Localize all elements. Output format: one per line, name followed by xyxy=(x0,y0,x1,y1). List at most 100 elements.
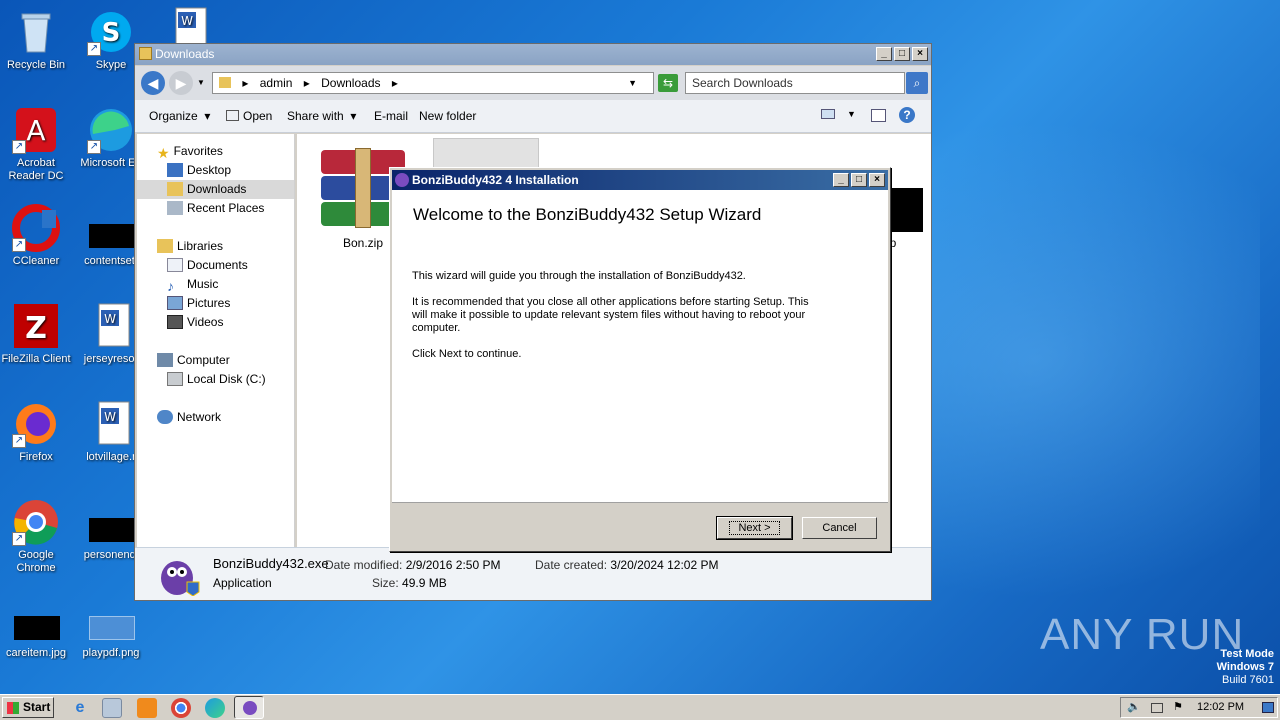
installer-heading: Welcome to the BonziBuddy432 Setup Wizar… xyxy=(413,205,762,224)
refresh-button[interactable]: ⇆ xyxy=(658,74,678,92)
maximize-button[interactable]: □ xyxy=(894,47,910,61)
nav-downloads[interactable]: Downloads xyxy=(137,180,294,199)
details-date-created: Date created: 3/20/2024 12:02 PM xyxy=(535,558,719,572)
nav-network[interactable]: Network xyxy=(157,408,221,427)
system-tray: 🔈 ⚑ 12:02 PM xyxy=(1120,697,1278,718)
new-folder-button[interactable]: New folder xyxy=(419,109,476,123)
music-icon: ♪ xyxy=(167,278,174,294)
pictures-icon xyxy=(167,296,183,310)
internet-explorer-icon[interactable]: e xyxy=(70,698,90,718)
folder-icon xyxy=(219,77,231,88)
file-explorer-icon[interactable] xyxy=(102,698,122,718)
explorer-titlebar[interactable]: Downloads _ □ × xyxy=(135,44,931,65)
nav-computer[interactable]: Computer xyxy=(157,351,230,370)
view-dropdown-icon[interactable]: ▼ xyxy=(847,109,856,119)
desktop-icon-acrobat[interactable]: A ↗ Acrobat Reader DC xyxy=(0,106,74,183)
word-document-icon: W xyxy=(87,400,135,448)
navigation-pane: ★ Favorites Desktop Downloads Recent Plac… xyxy=(137,134,295,547)
windows-logo-icon xyxy=(7,702,19,714)
nav-music[interactable]: ♪ Music xyxy=(167,275,218,294)
installer-title: BonziBuddy432 4 Installation xyxy=(412,173,579,187)
ccleaner-icon: ↗ xyxy=(12,204,60,252)
help-icon[interactable]: ? xyxy=(899,107,915,123)
start-button[interactable]: Start xyxy=(2,697,54,718)
forward-button[interactable]: ▶ xyxy=(169,71,193,95)
details-pane: BonziBuddy432.exe Application Date modif… xyxy=(135,547,931,600)
next-button[interactable]: Next > xyxy=(716,516,793,540)
volume-icon[interactable]: 🔈 xyxy=(1127,698,1141,717)
installer-dialog[interactable]: BonziBuddy432 4 Installation _ □ × Welco… xyxy=(389,167,891,552)
installer-titlebar[interactable]: BonziBuddy432 4 Installation _ □ × xyxy=(392,170,888,190)
nav-documents[interactable]: Documents xyxy=(167,256,248,275)
nav-recent-places[interactable]: Recent Places xyxy=(167,199,264,218)
nav-videos[interactable]: Videos xyxy=(167,313,223,332)
downloads-folder-icon xyxy=(167,182,183,196)
share-with-button[interactable]: Share with ▾ xyxy=(287,109,356,123)
address-bar[interactable]: ▸ admin ▸ Downloads ▸ ▼ xyxy=(212,72,654,94)
email-button[interactable]: E-mail xyxy=(374,109,408,123)
bonzibuddy-small-icon xyxy=(395,173,409,187)
view-options-icon[interactable] xyxy=(821,109,835,119)
preview-pane-icon[interactable] xyxy=(871,109,886,122)
details-type: Application xyxy=(213,576,272,590)
installer-paragraph-1: This wizard will guide you through the i… xyxy=(412,270,746,282)
nav-desktop[interactable]: Desktop xyxy=(167,161,231,180)
open-button[interactable]: Open xyxy=(226,109,272,123)
media-player-icon[interactable] xyxy=(137,698,157,718)
desktop-icon-firefox[interactable]: ↗ Firefox xyxy=(0,400,74,464)
clock[interactable]: 12:02 PM xyxy=(1197,698,1244,717)
computer-icon xyxy=(157,353,173,367)
search-input[interactable]: Search Downloads xyxy=(685,72,905,94)
minimize-button[interactable]: _ xyxy=(876,47,892,61)
black-image-icon xyxy=(87,498,135,546)
word-document-icon: W xyxy=(87,302,135,350)
show-desktop-icon[interactable] xyxy=(1262,702,1274,713)
nav-favorites[interactable]: ★ Favorites xyxy=(157,142,223,161)
recent-pages-chevron-icon[interactable]: ▼ xyxy=(197,78,205,87)
bonzibuddy-app-icon xyxy=(157,552,201,597)
desktop-icon-recycle-bin[interactable]: Recycle Bin xyxy=(0,8,74,72)
organize-button[interactable]: Organize ▾ xyxy=(149,109,210,123)
network-tray-icon[interactable] xyxy=(1151,703,1163,713)
desktop-icon-filezilla[interactable]: Z FileZilla Client xyxy=(0,302,74,366)
search-icon[interactable]: ⌕ xyxy=(906,72,928,94)
bonzibuddy-taskbar-icon[interactable] xyxy=(234,696,264,719)
installer-maximize-button[interactable]: □ xyxy=(851,173,867,187)
libraries-icon xyxy=(157,239,173,253)
details-date-modified: Date modified: 2/9/2016 2:50 PM xyxy=(325,558,501,572)
desktop-icon-careitem[interactable]: careitem.jpg xyxy=(0,596,74,660)
window-title: Downloads xyxy=(155,47,215,61)
desktop-icon xyxy=(167,163,183,177)
documents-icon xyxy=(167,258,183,272)
chrome-icon[interactable] xyxy=(171,698,191,718)
installer-minimize-button[interactable]: _ xyxy=(833,173,849,187)
nav-libraries[interactable]: Libraries xyxy=(157,237,223,256)
anyrun-watermark: ANY RUN xyxy=(1040,610,1245,659)
close-button[interactable]: × xyxy=(912,47,928,61)
address-dropdown-icon[interactable]: ▼ xyxy=(628,73,637,93)
address-bar-area: ◀ ▶ ▼ ▸ admin ▸ Downloads ▸ ▼ ⇆ Search D… xyxy=(135,66,931,100)
skype-icon: S ↗ xyxy=(87,8,135,56)
breadcrumb-admin[interactable]: admin xyxy=(260,76,293,90)
desktop-icon-ccleaner[interactable]: ↗ CCleaner xyxy=(0,204,74,268)
nav-pictures[interactable]: Pictures xyxy=(167,294,230,313)
breadcrumb-downloads[interactable]: Downloads xyxy=(321,76,380,90)
cancel-button[interactable]: Cancel xyxy=(802,517,877,539)
recent-places-icon xyxy=(167,201,183,215)
recycle-bin-icon xyxy=(12,8,60,56)
nav-local-disk[interactable]: Local Disk (C:) xyxy=(167,370,266,389)
back-button[interactable]: ◀ xyxy=(141,71,165,95)
desktop-icon-playpdf[interactable]: playpdf.png xyxy=(73,596,149,660)
desktop-icon-chrome[interactable]: ↗ Google Chrome xyxy=(0,498,74,575)
videos-icon xyxy=(167,315,183,329)
edge-icon[interactable] xyxy=(205,698,225,718)
black-image-icon xyxy=(12,596,60,644)
command-bar: Organize ▾ Open Share with ▾ E-mail New … xyxy=(135,100,931,133)
black-image-icon xyxy=(87,204,135,252)
flag-icon[interactable]: ⚑ xyxy=(1173,698,1183,717)
installer-close-button[interactable]: × xyxy=(869,173,885,187)
svg-text:W: W xyxy=(104,410,116,424)
acrobat-icon: A ↗ xyxy=(12,106,60,154)
file-item-jpg[interactable]: jp xyxy=(887,188,927,250)
details-size: Size: 49.9 MB xyxy=(372,576,447,590)
